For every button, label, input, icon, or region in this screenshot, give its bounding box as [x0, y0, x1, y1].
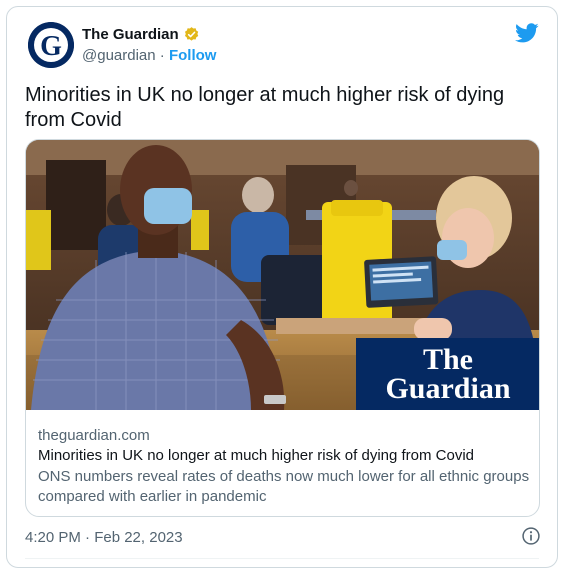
article-photo: The Guardian: [26, 140, 539, 410]
handle[interactable]: @guardian: [82, 47, 156, 64]
follow-button[interactable]: Follow: [169, 47, 217, 64]
guardian-avatar-logo: G: [28, 22, 74, 68]
author-name-row: The Guardian: [82, 26, 200, 43]
avatar-letter: G: [40, 31, 62, 62]
handle-row: @guardian · Follow: [82, 47, 216, 64]
info-icon[interactable]: [521, 526, 541, 546]
link-title: Minorities in UK no longer at much highe…: [38, 447, 475, 464]
link-description: ONS numbers reveal rates of deaths now m…: [38, 468, 530, 505]
link-domain: theguardian.com: [38, 427, 150, 444]
tweet-text: Minorities in UK no longer at much highe…: [25, 84, 505, 131]
twitter-bird-icon[interactable]: [515, 21, 539, 45]
link-preview-card[interactable]: The Guardian theguardian.com Minorities …: [25, 139, 540, 517]
link-meta: theguardian.com Minorities in UK no long…: [38, 426, 533, 507]
tweet-timestamp[interactable]: 4:20 PM · Feb 22, 2023: [25, 529, 183, 546]
tweet-embed-card: G The Guardian @guardian · Follow Minori…: [6, 6, 558, 568]
avatar[interactable]: G: [28, 22, 74, 68]
display-name[interactable]: The Guardian: [82, 26, 179, 43]
guardian-logo-line2: Guardian: [385, 372, 510, 405]
verified-badge-icon: [184, 27, 198, 41]
handle-separator: ·: [159, 47, 165, 64]
